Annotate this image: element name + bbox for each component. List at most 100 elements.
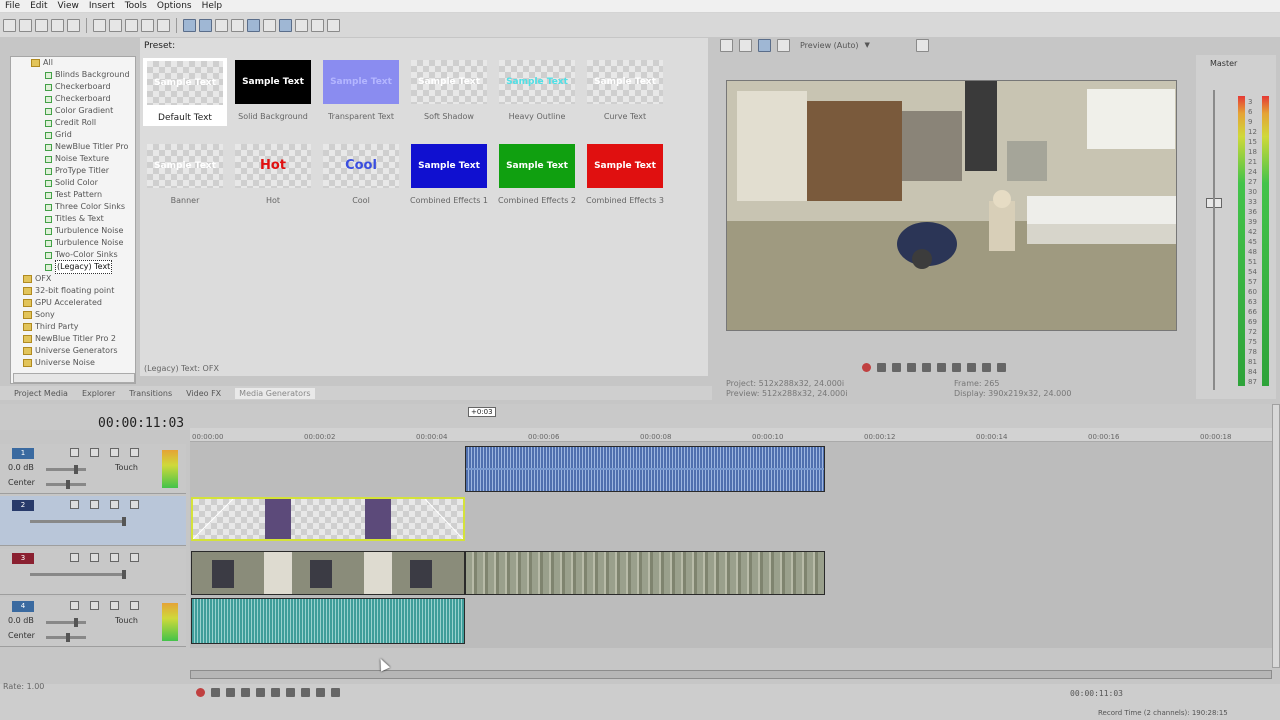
tree-item[interactable]: Noise Texture	[11, 153, 135, 165]
go-to-end-icon[interactable]	[967, 362, 976, 372]
tab-explorer[interactable]: Explorer	[82, 389, 115, 398]
preset-tile[interactable]: Sample Text Heavy Outline	[498, 60, 576, 121]
fx-icon[interactable]	[110, 553, 119, 562]
play-icon[interactable]	[907, 362, 916, 372]
tree-item[interactable]: Turbulence Noise	[11, 237, 135, 249]
help-icon[interactable]	[327, 18, 340, 32]
track-header-2[interactable]: 2	[0, 496, 186, 546]
copy-snapshot-icon[interactable]	[915, 38, 929, 52]
solo-icon[interactable]	[90, 448, 99, 457]
save-icon[interactable]	[35, 18, 48, 32]
track-pan-slider[interactable]	[46, 480, 86, 489]
mute-icon[interactable]	[70, 448, 79, 457]
play-from-start-icon[interactable]	[892, 362, 901, 372]
properties-icon[interactable]	[311, 18, 324, 32]
video-clip-track3-b[interactable]	[465, 551, 825, 595]
tree-horizontal-scrollbar[interactable]	[13, 373, 135, 383]
menu-item-file[interactable]: File	[0, 1, 25, 11]
media-generator-tree[interactable]: All Blinds Background Checkerboard Checkerb…	[10, 56, 136, 384]
preset-tile[interactable]: Sample Text Solid Background	[234, 60, 312, 121]
tab-transitions[interactable]: Transitions	[129, 389, 172, 398]
slider-knob[interactable]	[74, 618, 78, 627]
new-project-icon[interactable]	[3, 18, 16, 32]
track-opacity-slider[interactable]	[30, 570, 126, 579]
slider-knob[interactable]	[122, 570, 126, 579]
mute-icon[interactable]	[70, 553, 79, 562]
tree-item[interactable]: ProType Titler	[11, 165, 135, 177]
automation-icon[interactable]	[130, 448, 139, 457]
track-header-1[interactable]: 1 0.0 dB Center Touch	[0, 444, 186, 494]
undo-icon[interactable]	[141, 18, 154, 32]
tree-item[interactable]: Color Gradient	[11, 105, 135, 117]
go-to-start-icon[interactable]	[286, 688, 295, 697]
mute-icon[interactable]	[70, 500, 79, 509]
tree-item[interactable]: Sony	[11, 309, 135, 321]
solo-icon[interactable]	[90, 601, 99, 610]
external-monitor-icon[interactable]	[739, 38, 752, 52]
tree-item[interactable]: Universe Generators	[11, 345, 135, 357]
menu-item-insert[interactable]: Insert	[84, 1, 120, 11]
track-automation-mode[interactable]: Touch	[115, 616, 138, 625]
preset-tile[interactable]: Sample Text Combined Effects 2	[498, 144, 576, 205]
tree-item[interactable]: GPU Accelerated	[11, 297, 135, 309]
fx-icon[interactable]	[110, 500, 119, 509]
zoom-tool-icon[interactable]	[231, 18, 244, 32]
menu-item-edit[interactable]: Edit	[25, 1, 52, 11]
tree-item[interactable]: Checkerboard	[11, 93, 135, 105]
preset-tile[interactable]: Sample Text Soft Shadow	[410, 60, 488, 121]
track-volume-slider[interactable]	[46, 465, 86, 474]
snapping-icon[interactable]	[279, 18, 292, 32]
split-screen-icon[interactable]	[758, 38, 771, 52]
tree-item[interactable]: NewBlue Titler Pro	[11, 141, 135, 153]
tree-item[interactable]: Three Color Sinks	[11, 201, 135, 213]
tree-item[interactable]: (Legacy) Text	[11, 260, 135, 274]
audio-clip-track4[interactable]	[191, 598, 465, 644]
tree-item[interactable]: Titles & Text	[11, 213, 135, 225]
video-clip-track3-a[interactable]	[191, 551, 465, 595]
open-icon[interactable]	[19, 18, 32, 32]
stop-icon[interactable]	[271, 688, 280, 697]
tree-item[interactable]: Credit Roll	[11, 117, 135, 129]
slider-knob[interactable]	[74, 465, 78, 474]
slider-knob[interactable]	[66, 480, 70, 489]
slider-knob[interactable]	[122, 517, 126, 526]
next-frame-icon[interactable]	[997, 362, 1006, 372]
menu-item-help[interactable]: Help	[197, 1, 228, 11]
preset-tile[interactable]: Sample Text Banner	[146, 144, 224, 205]
next-frame-icon[interactable]	[331, 688, 340, 697]
tree-item[interactable]: Solid Color	[11, 177, 135, 189]
save-as-icon[interactable]	[51, 18, 64, 32]
stop-icon[interactable]	[937, 362, 946, 372]
track-header-3[interactable]: 3	[0, 549, 186, 595]
render-icon[interactable]	[67, 18, 80, 32]
redo-icon[interactable]	[157, 18, 170, 32]
tree-item[interactable]: Grid	[11, 129, 135, 141]
mute-icon[interactable]	[70, 601, 79, 610]
solo-icon[interactable]	[90, 553, 99, 562]
preset-tile[interactable]: Sample Text Default Text	[143, 58, 227, 126]
timeline-horizontal-scrollbar[interactable]	[190, 670, 1272, 679]
automation-icon[interactable]	[130, 500, 139, 509]
tree-item[interactable]: Checkerboard	[11, 81, 135, 93]
preset-tile[interactable]: Sample Text Curve Text	[586, 60, 664, 121]
tree-item[interactable]: Universe Noise	[11, 357, 135, 369]
preview-quality-dropdown[interactable]: Preview (Auto)	[800, 41, 859, 50]
solo-icon[interactable]	[90, 500, 99, 509]
tab-video-fx[interactable]: Video FX	[186, 389, 221, 398]
tree-item[interactable]: All	[11, 57, 135, 69]
tree-item[interactable]: NewBlue Titler Pro 2	[11, 333, 135, 345]
pause-icon[interactable]	[922, 362, 931, 372]
loop-icon[interactable]	[877, 362, 886, 372]
loop-icon[interactable]	[211, 688, 220, 697]
preset-tile[interactable]: Hot Hot	[234, 144, 312, 205]
tree-item[interactable]: 32-bit floating point	[11, 285, 135, 297]
timeline-vertical-scrollbar[interactable]	[1272, 404, 1280, 668]
automation-icon[interactable]	[130, 601, 139, 610]
previous-frame-icon[interactable]	[316, 688, 325, 697]
menu-item-options[interactable]: Options	[152, 1, 197, 11]
record-icon[interactable]	[862, 362, 871, 372]
copy-icon[interactable]	[109, 18, 122, 32]
preset-tile[interactable]: Sample Text Combined Effects 1	[410, 144, 488, 205]
track-volume-slider[interactable]	[46, 618, 86, 627]
track-automation-mode[interactable]: Touch	[115, 463, 138, 472]
